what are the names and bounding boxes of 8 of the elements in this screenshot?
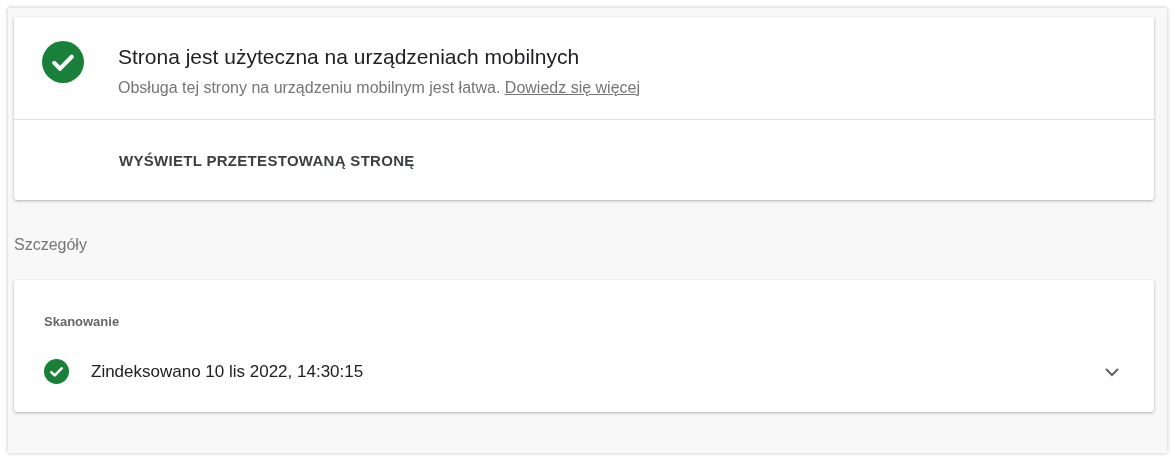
crawl-status-text: Zindeksowano 10 lis 2022, 14:30:15	[91, 361, 365, 382]
result-description: Obsługa tej strony na urządzeniu mobilnym jest łatwa. Dowiedz się więcej	[118, 79, 641, 97]
details-heading: Szczegóły	[14, 236, 88, 254]
view-tested-page-button[interactable]: WYŚWIETL PRZETESTOWANĄ STRONĘ	[119, 152, 415, 169]
learn-more-link[interactable]: Dowiedz się więcej	[504, 79, 641, 96]
chevron-icon[interactable]	[1104, 366, 1120, 377]
result-title: Strona jest użyteczna na urządzeniach mobilnych	[118, 45, 581, 69]
section-label: Skanowanie	[44, 314, 121, 329]
